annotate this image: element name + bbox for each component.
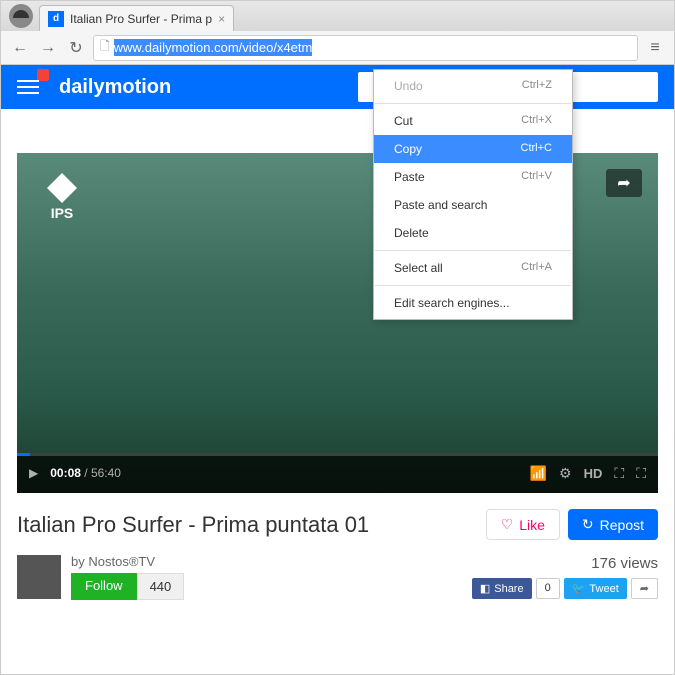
follow-button[interactable]: Follow	[71, 573, 137, 600]
current-time: 00:08	[50, 466, 81, 480]
context-menu: UndoCtrl+Z CutCtrl+XCopyCtrl+CPasteCtrl+V…	[373, 69, 573, 320]
play-button[interactable]: ▶	[29, 466, 38, 480]
menu-item-cut[interactable]: CutCtrl+X	[374, 107, 572, 135]
like-button[interactable]: ♡ Like	[486, 509, 560, 540]
watermark-logo: IPS	[37, 173, 87, 223]
address-bar[interactable]: 🗋 www.dailymotion.com/video/x4etm	[93, 35, 638, 61]
page-icon: 🗋	[100, 37, 110, 58]
menu-item-edit-search-engines-[interactable]: Edit search engines...	[374, 289, 572, 317]
channel-row: by Nostos®TV Follow 440 176 views ◧ Shar…	[17, 554, 658, 600]
favicon: d	[48, 11, 64, 27]
menu-item-paste-and-search[interactable]: Paste and search	[374, 191, 572, 219]
menu-item-copy[interactable]: CopyCtrl+C	[374, 135, 572, 163]
site-header: dailymotion	[1, 65, 674, 109]
menu-item-paste[interactable]: PasteCtrl+V	[374, 163, 572, 191]
progress-bar[interactable]	[17, 453, 658, 456]
reload-button[interactable]: ↻	[65, 37, 87, 59]
fullscreen-icon[interactable]: ⛶	[636, 465, 646, 482]
forward-button[interactable]: →	[37, 37, 59, 59]
incognito-icon	[9, 4, 33, 28]
tab-title: Italian Pro Surfer - Prima p	[70, 12, 212, 26]
view-count: 176 views	[472, 555, 658, 572]
browser-titlebar: d Italian Pro Surfer - Prima p ×	[1, 1, 674, 31]
share-arrow-button[interactable]: ➦	[631, 578, 658, 599]
follow-count: 440	[137, 573, 185, 600]
browser-tab[interactable]: d Italian Pro Surfer - Prima p ×	[39, 5, 234, 31]
menu-separator	[375, 250, 571, 251]
theater-icon[interactable]: ⛶	[614, 465, 624, 482]
facebook-count: 0	[536, 578, 560, 599]
channel-name[interactable]: by Nostos®TV	[71, 554, 184, 569]
menu-item-delete[interactable]: Delete	[374, 219, 572, 247]
menu-item-select-all[interactable]: Select allCtrl+A	[374, 254, 572, 282]
player-controls: ▶ 00:08 / 56:40 📶 ⚙ HD ⛶ ⛶	[17, 453, 658, 493]
back-button[interactable]: ←	[9, 37, 31, 59]
volume-icon[interactable]: 📶	[530, 465, 547, 482]
url-text: www.dailymotion.com/video/x4etm	[114, 39, 313, 56]
share-button[interactable]: ➦	[606, 169, 642, 197]
settings-icon[interactable]: ⚙	[559, 465, 572, 482]
close-icon[interactable]: ×	[218, 12, 225, 26]
menu-separator	[375, 285, 571, 286]
hd-button[interactable]: HD	[584, 466, 603, 481]
avatar[interactable]	[17, 555, 61, 599]
menu-separator	[375, 103, 571, 104]
menu-item-undo: UndoCtrl+Z	[374, 72, 572, 100]
duration: 56:40	[91, 466, 121, 480]
menu-button[interactable]: ≡	[644, 37, 666, 59]
video-title: Italian Pro Surfer - Prima puntata 01	[17, 512, 369, 538]
facebook-share-button[interactable]: ◧ Share	[472, 578, 532, 599]
tweet-button[interactable]: 🐦 Tweet	[564, 578, 627, 599]
site-logo[interactable]: dailymotion	[59, 76, 171, 99]
repost-button[interactable]: ↻ Repost	[568, 509, 658, 540]
browser-toolbar: ← → ↻ 🗋 www.dailymotion.com/video/x4etm …	[1, 31, 674, 65]
video-header: Italian Pro Surfer - Prima puntata 01 ♡ …	[17, 509, 658, 540]
hamburger-button[interactable]	[17, 73, 45, 101]
